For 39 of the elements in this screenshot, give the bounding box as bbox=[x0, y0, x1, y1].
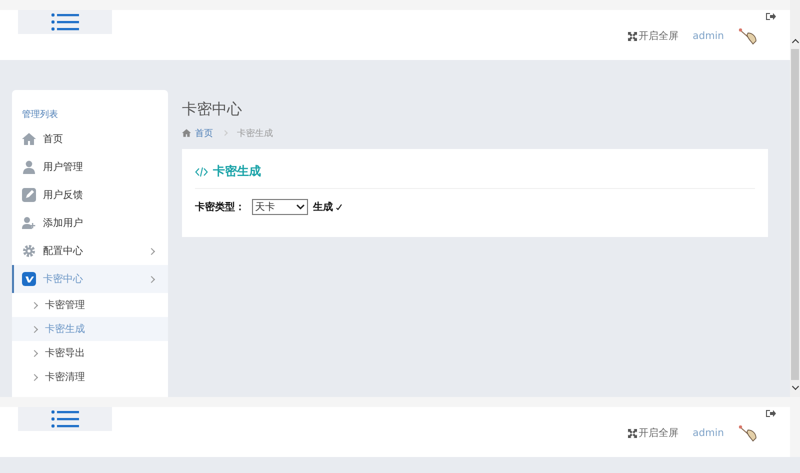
sidebar-item[interactable]: 添加用户 bbox=[12, 209, 168, 237]
sidebar-item[interactable]: 用户反馈 bbox=[12, 181, 168, 209]
submenu-item[interactable]: 卡密管理 bbox=[12, 293, 168, 317]
menu-button[interactable] bbox=[18, 10, 112, 34]
scrollbar[interactable] bbox=[790, 0, 800, 397]
breadcrumb-current: 卡密生成 bbox=[237, 128, 273, 140]
check-icon bbox=[336, 204, 342, 210]
sidebar-item[interactable]: 用户管理 bbox=[12, 153, 168, 181]
user-icon bbox=[22, 160, 36, 174]
page-title: 卡密中心 bbox=[182, 100, 243, 119]
menu-icon bbox=[51, 13, 79, 31]
home-icon bbox=[22, 132, 36, 146]
avatar-icon[interactable] bbox=[738, 27, 758, 45]
code-icon bbox=[195, 166, 208, 176]
logout-icon[interactable] bbox=[766, 12, 776, 21]
menu-button[interactable] bbox=[18, 407, 112, 431]
submenu-item[interactable]: 卡密清理 bbox=[12, 365, 168, 389]
edit-icon bbox=[22, 188, 36, 202]
fullscreen-link[interactable]: 开启全屏 bbox=[628, 426, 679, 440]
avatar-icon[interactable] bbox=[738, 424, 758, 442]
sidebar-item[interactable]: 配置中心 bbox=[12, 237, 168, 265]
field-label: 卡密类型： bbox=[195, 200, 245, 214]
card-title: 卡密生成 bbox=[213, 163, 261, 180]
expand-icon bbox=[628, 32, 637, 40]
card-type-select[interactable]: 天卡 bbox=[252, 199, 308, 215]
expand-icon bbox=[628, 428, 637, 438]
gear-icon bbox=[22, 244, 36, 258]
logout-icon[interactable] bbox=[766, 409, 776, 418]
sidebar-title: 管理列表 bbox=[21, 108, 59, 121]
breadcrumb-separator-icon bbox=[222, 130, 228, 136]
sidebar-item[interactable]: 首页 bbox=[12, 125, 168, 153]
generate-button[interactable]: 生成 bbox=[313, 200, 333, 214]
fullscreen-link[interactable]: 开启全屏 bbox=[628, 29, 679, 43]
submenu-item[interactable]: 卡密导出 bbox=[12, 341, 168, 365]
add-user-icon bbox=[22, 216, 36, 230]
menu-icon bbox=[51, 410, 79, 428]
v-logo-icon bbox=[22, 272, 36, 286]
breadcrumb-link[interactable]: 首页 bbox=[195, 126, 213, 140]
home-icon bbox=[182, 129, 191, 137]
